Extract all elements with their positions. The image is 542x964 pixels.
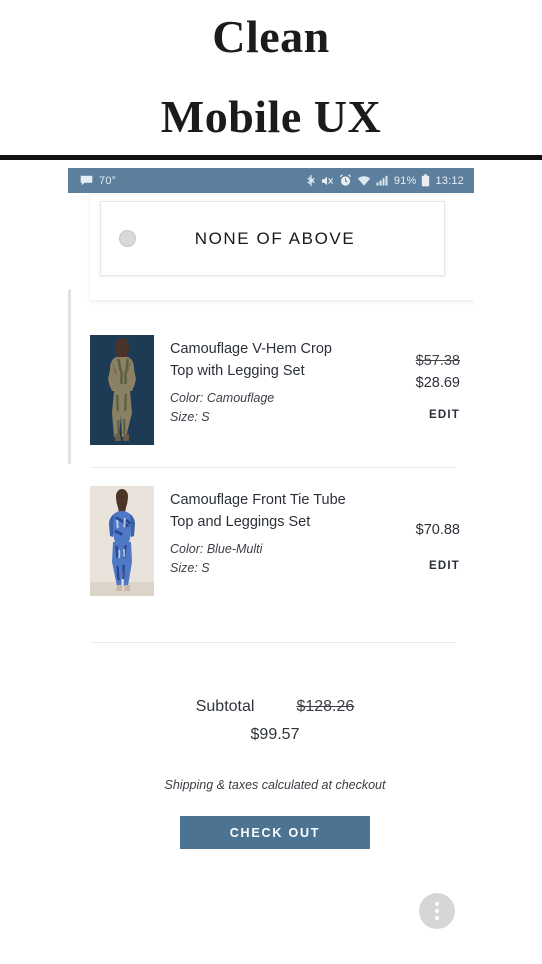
product-name[interactable]: Camouflage Front Tie Tube Top and Leggin…: [170, 489, 350, 534]
product-original-price: $57.38: [415, 353, 460, 369]
cart-item-info: Camouflage V-Hem Crop Top with Legging S…: [170, 335, 368, 428]
status-bar-left-group: 70°: [80, 175, 116, 187]
edit-item-button[interactable]: EDIT: [368, 560, 460, 572]
product-color: Color: Camouflage: [170, 390, 275, 405]
status-bar-right-group: 91% 13:12: [306, 174, 464, 187]
battery-icon: [421, 174, 430, 187]
none-of-above-card[interactable]: NONE OF ABOVE: [100, 201, 445, 276]
product-size: Size: S: [170, 561, 210, 576]
none-of-above-label: NONE OF ABOVE: [194, 228, 356, 248]
subtotal-original-price: $128.26: [296, 698, 355, 715]
banner-title-line2: Mobile UX: [160, 91, 382, 142]
cellular-signal-icon: [376, 175, 389, 186]
product-variants: Color: Camouflage Size: S: [170, 389, 368, 428]
cart-item-row: Camouflage V-Hem Crop Top with Legging S…: [90, 335, 460, 457]
android-status-bar: 70° 91% 13:12: [68, 168, 474, 193]
cart-totals: Subtotal $128.26 $99.57 Shipping & taxes…: [90, 698, 460, 849]
product-name[interactable]: Camouflage V-Hem Crop Top with Legging S…: [170, 338, 350, 383]
alarm-clock-icon: [339, 174, 352, 187]
cart-page-content: NONE OF ABOVE Camouflage V-Hem Crop Top …: [68, 193, 474, 964]
none-of-above-container: NONE OF ABOVE: [90, 195, 474, 300]
none-of-above-radio[interactable]: [119, 230, 136, 247]
product-size: Size: S: [170, 410, 210, 425]
shipping-note: Shipping & taxes calculated at checkout: [164, 778, 386, 792]
phone-screenshot: 70° 91% 13:12 NONE OF ABOVE Camouflage V…: [0, 160, 542, 964]
checkout-button[interactable]: CHECK OUT: [180, 816, 370, 849]
wifi-icon: [357, 175, 371, 187]
fab-dot: [435, 909, 439, 913]
more-options-icon[interactable]: [419, 893, 455, 929]
fab-dot: [435, 902, 439, 906]
battery-percent-label: 91%: [393, 174, 417, 187]
product-thumbnail-camouflage-v-hem[interactable]: [90, 335, 154, 445]
item-divider: [90, 467, 456, 468]
message-bubble-icon: [80, 175, 93, 186]
cart-item-price-block: $70.88 EDIT: [368, 486, 460, 572]
product-variants: Color: Blue-Multi Size: S: [170, 540, 368, 579]
page-banner: Clean Mobile UX: [0, 0, 542, 155]
product-current-price: $28.69: [415, 375, 460, 391]
product-current-price: $70.88: [415, 522, 460, 538]
product-thumbnail-front-tie-tube-top[interactable]: [90, 486, 154, 596]
product-color: Color: Blue-Multi: [170, 541, 263, 556]
cart-item-row: Camouflage Front Tie Tube Top and Leggin…: [90, 486, 460, 608]
subtotal-row: Subtotal $128.26: [90, 698, 460, 716]
subtotal-current-price: $99.57: [250, 726, 300, 743]
fab-dot: [435, 916, 439, 920]
bluetooth-icon: [306, 174, 316, 187]
cart-item-price-block: $57.38 $28.69 EDIT: [368, 335, 460, 421]
item-divider: [90, 642, 456, 643]
cart-item-info: Camouflage Front Tie Tube Top and Leggin…: [170, 486, 368, 579]
status-bar-clock: 13:12: [435, 174, 464, 187]
vertical-scrollbar[interactable]: [68, 289, 71, 464]
subtotal-label: Subtotal: [195, 698, 255, 715]
status-bar-temperature: 70°: [99, 174, 117, 187]
edit-item-button[interactable]: EDIT: [368, 409, 460, 421]
cart-items-list: Camouflage V-Hem Crop Top with Legging S…: [90, 335, 460, 643]
banner-title-line1: Clean: [212, 11, 330, 62]
volume-mute-icon: [321, 175, 334, 187]
